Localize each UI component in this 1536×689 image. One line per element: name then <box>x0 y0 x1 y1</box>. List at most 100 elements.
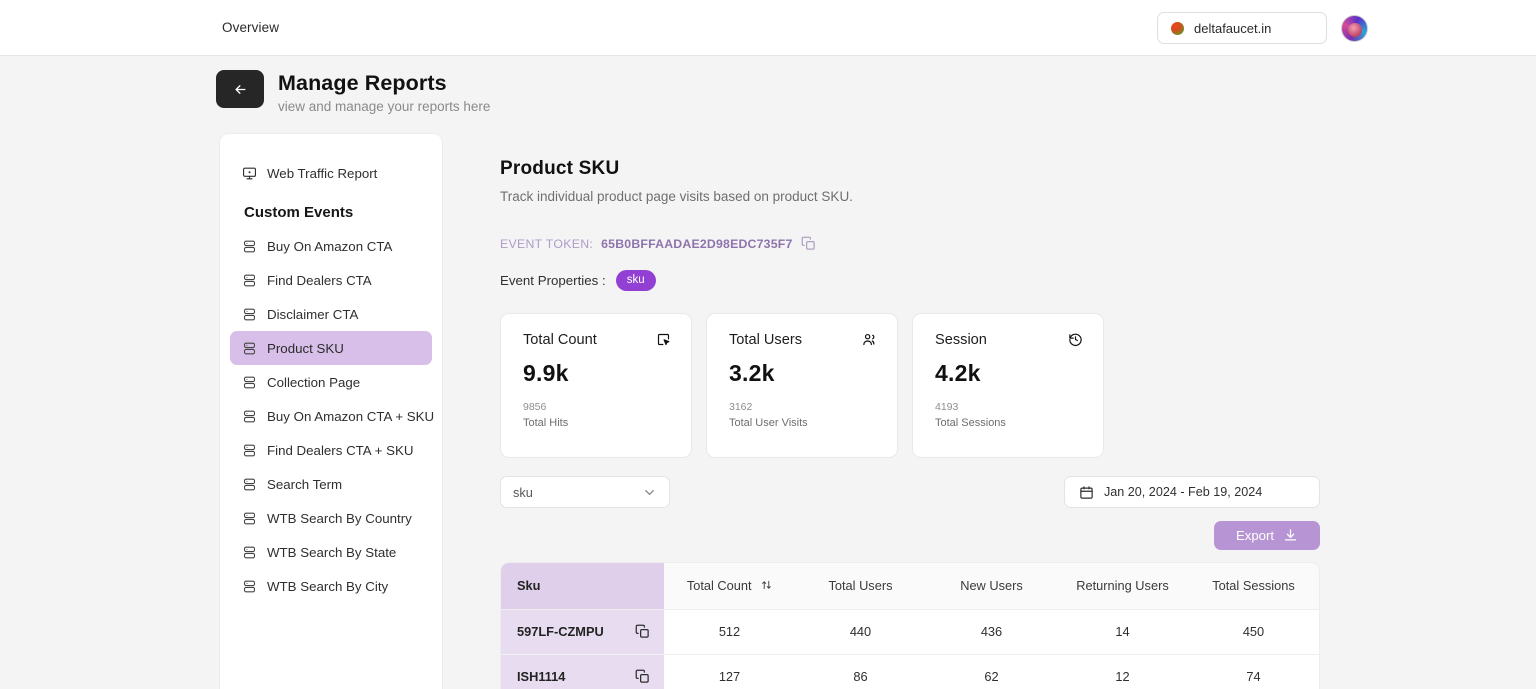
sidebar-item-label: Search Term <box>267 476 343 492</box>
date-range-value: Jan 20, 2024 - Feb 19, 2024 <box>1104 485 1263 499</box>
cell-total-sessions: 450 <box>1188 609 1319 655</box>
cell-total-count: 127 <box>664 654 795 689</box>
sku-table: Sku Total Count Total Users New Users Re… <box>501 563 1319 689</box>
domain-selector[interactable]: deltafaucet.in <box>1157 12 1327 44</box>
column-header-total-sessions-label: Total Sessions <box>1212 578 1295 594</box>
stat-card-total-users: Total Users 3.2k 3162 Total User Visits <box>706 313 898 458</box>
cell-total-users: 86 <box>795 654 926 689</box>
column-header-total-count[interactable]: Total Count <box>664 563 795 610</box>
topbar-right-group: deltafaucet.in <box>1157 12 1368 44</box>
sku-table-head: Sku Total Count Total Users New Users Re… <box>501 563 1319 610</box>
column-header-total-sessions[interactable]: Total Sessions <box>1188 563 1319 610</box>
copy-sku-button[interactable] <box>635 624 650 639</box>
page-subtitle: view and manage your reports here <box>278 99 491 114</box>
sort-arrows-icon <box>762 580 771 589</box>
event-property-pill-sku[interactable]: sku <box>615 270 656 291</box>
column-header-total-users-label: Total Users <box>828 578 893 594</box>
calendar-icon <box>1080 485 1093 499</box>
copy-token-button[interactable] <box>801 236 816 251</box>
database-icon <box>243 546 256 558</box>
stat-card-value: 3.2k <box>729 360 775 386</box>
column-header-returning-users[interactable]: Returning Users <box>1057 563 1188 610</box>
database-icon <box>243 240 256 252</box>
sidebar-item-find-dealers-cta-sku[interactable]: Find Dealers CTA + SKU <box>230 433 432 467</box>
sidebar-item-wtb-search-by-country[interactable]: WTB Search By Country <box>230 501 432 535</box>
sidebar-item-wtb-search-by-state[interactable]: WTB Search By State <box>230 535 432 569</box>
stat-cards-row: Total Count 9.9k 9856 Total Hits Total Users… <box>500 313 1320 458</box>
sort-toggle-icon[interactable] <box>761 579 772 594</box>
copy-sku-button[interactable] <box>635 669 650 684</box>
cell-returning-users: 12 <box>1057 654 1188 689</box>
sidebar-item-collection-page[interactable]: Collection Page <box>230 365 432 399</box>
sidebar-item-label: WTB Search By City <box>267 578 389 594</box>
cell-total-sessions: 74 <box>1188 654 1319 689</box>
export-button[interactable]: Export <box>1214 521 1320 550</box>
cell-total-users: 440 <box>795 609 926 655</box>
property-select-value: sku <box>513 484 533 500</box>
history-clock-icon <box>1069 333 1082 347</box>
column-header-total-users[interactable]: Total Users <box>795 563 926 610</box>
cell-sku-value: 597LF-CZMPU <box>517 624 604 639</box>
topbar-left-group: Overview <box>222 19 279 37</box>
column-header-total-count-label: Total Count <box>686 577 752 593</box>
column-header-sku[interactable]: Sku <box>501 563 664 610</box>
sidebar-item-label: Buy On Amazon CTA <box>267 238 393 254</box>
table-row[interactable]: 597LF-CZMPU 512 440 436 14 450 <box>501 609 1319 655</box>
stat-card-caption: Total Sessions <box>935 417 1006 429</box>
table-row[interactable]: ISH1114 127 86 62 12 74 <box>501 654 1319 689</box>
sidebar-item-find-dealers-cta[interactable]: Find Dealers CTA <box>230 263 432 297</box>
property-select[interactable]: sku <box>500 476 670 508</box>
sidebar-item-label: Buy On Amazon CTA + SKU <box>267 408 435 424</box>
sidebar-item-web-traffic-report[interactable]: Web Traffic Report <box>230 156 432 190</box>
database-icon <box>243 410 256 422</box>
database-icon <box>243 580 256 592</box>
chevron-down-icon <box>645 489 654 495</box>
sidebar-item-buy-on-amazon-cta-sku[interactable]: Buy On Amazon CTA + SKU <box>230 399 435 433</box>
database-icon <box>243 512 256 524</box>
arrow-left-icon <box>235 84 245 94</box>
column-header-sku-label: Sku <box>517 578 541 594</box>
sidebar-item-product-sku[interactable]: Product SKU <box>230 331 432 365</box>
report-description: Track individual product page visits bas… <box>500 189 853 204</box>
stat-card-total-count: Total Count 9.9k 9856 Total Hits <box>500 313 692 458</box>
sidebar-item-disclaimer-cta[interactable]: Disclaimer CTA <box>230 297 432 331</box>
page-title: Manage Reports <box>278 71 447 95</box>
copy-icon <box>635 624 649 638</box>
stat-card-label: Session <box>935 332 987 348</box>
event-token-value: 65B0BFFAADAE2D98EDC735F7 <box>601 236 793 251</box>
column-header-new-users-label: New Users <box>960 578 1023 594</box>
nav-link-overview[interactable]: Overview <box>222 20 279 35</box>
cell-new-users: 62 <box>926 654 1057 689</box>
event-properties-label: Event Properties : <box>500 273 606 288</box>
sidebar-item-buy-on-amazon-cta[interactable]: Buy On Amazon CTA <box>230 229 432 263</box>
sidebar-group-title: Custom Events <box>244 204 354 221</box>
cell-total-count: 512 <box>664 609 795 655</box>
stat-card-value: 4.2k <box>935 360 981 386</box>
page-header: Manage Reports view and manage your repo… <box>216 70 490 116</box>
sidebar-item-wtb-search-by-city[interactable]: WTB Search By City <box>230 569 432 603</box>
cell-returning-users: 14 <box>1057 609 1188 655</box>
column-header-new-users[interactable]: New Users <box>926 563 1057 610</box>
column-header-returning-users-label: Returning Users <box>1076 578 1169 594</box>
stat-card-value: 9.9k <box>523 360 569 386</box>
sidebar-item-label: Collection Page <box>267 374 361 390</box>
page-header-texts: Manage Reports view and manage your repo… <box>278 70 490 116</box>
domain-name-label: deltafaucet.in <box>1194 20 1272 36</box>
reports-sidebar: Web Traffic Report Custom Events Buy On … <box>219 133 443 689</box>
sku-table-container: Sku Total Count Total Users New Users Re… <box>500 562 1320 689</box>
filters-row: sku Jan 20, 2024 - Feb 19, 2024 <box>500 476 1320 508</box>
avatar[interactable] <box>1341 14 1368 42</box>
app-root: Overview deltafaucet.in Manage Reports v… <box>0 0 1536 689</box>
sidebar-item-search-term[interactable]: Search Term <box>230 467 432 501</box>
stat-card-label: Total Count <box>523 332 597 348</box>
top-navigation-bar: Overview deltafaucet.in <box>0 0 1536 56</box>
date-range-picker[interactable]: Jan 20, 2024 - Feb 19, 2024 <box>1064 476 1320 508</box>
export-button-label: Export <box>1235 528 1275 543</box>
database-icon <box>243 376 256 388</box>
stat-card-caption: Total Hits <box>523 417 569 429</box>
database-icon <box>243 274 256 286</box>
back-button[interactable] <box>216 70 264 108</box>
database-icon <box>243 478 256 490</box>
sidebar-item-label: Find Dealers CTA <box>267 272 372 288</box>
event-token-row: EVENT TOKEN: 65B0BFFAADAE2D98EDC735F7 <box>500 236 1320 251</box>
